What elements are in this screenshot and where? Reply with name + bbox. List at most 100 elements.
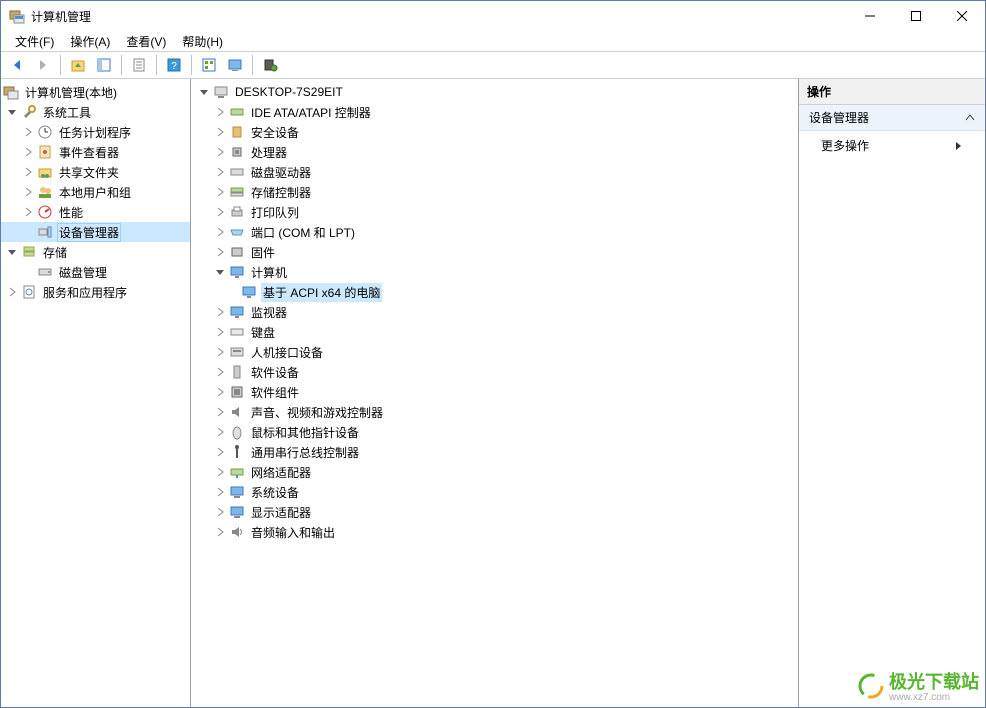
device-storage-ctrl[interactable]: 存储控制器: [191, 182, 798, 202]
collapse-icon[interactable]: [965, 113, 975, 123]
chevron-right-icon[interactable]: [213, 145, 227, 159]
chevron-right-icon[interactable]: [213, 405, 227, 419]
chevron-right-icon[interactable]: [213, 485, 227, 499]
view-resources-button[interactable]: [223, 53, 247, 77]
device-software-comp[interactable]: 软件组件: [191, 382, 798, 402]
speaker-icon: [229, 404, 245, 420]
monitor-icon: [229, 264, 245, 280]
device-tree[interactable]: DESKTOP-7S29EIT IDE ATA/ATAPI 控制器 安全设备 处…: [191, 79, 799, 707]
chevron-right-icon[interactable]: [213, 465, 227, 479]
chevron-right-icon[interactable]: [213, 325, 227, 339]
chevron-right-icon[interactable]: [213, 125, 227, 139]
chevron-right-icon[interactable]: [213, 525, 227, 539]
chevron-right-icon[interactable]: [21, 125, 35, 139]
device-label: 系统设备: [249, 483, 301, 502]
up-button[interactable]: [66, 53, 90, 77]
users-icon: [37, 184, 53, 200]
device-label: 软件设备: [249, 363, 301, 382]
chevron-right-icon[interactable]: [213, 185, 227, 199]
device-computer-child[interactable]: 基于 ACPI x64 的电脑: [191, 282, 798, 302]
device-firmware[interactable]: 固件: [191, 242, 798, 262]
menu-action[interactable]: 操作(A): [62, 31, 118, 52]
toolbar-separator: [191, 55, 192, 75]
nav-device-manager[interactable]: · 设备管理器: [1, 222, 190, 242]
chevron-down-icon[interactable]: [213, 265, 227, 279]
device-audio-io[interactable]: 音频输入和输出: [191, 522, 798, 542]
nav-storage[interactable]: 存储: [1, 242, 190, 262]
device-ports[interactable]: 端口 (COM 和 LPT): [191, 222, 798, 242]
device-label: 监视器: [249, 303, 289, 322]
chevron-down-icon[interactable]: [197, 85, 211, 99]
nav-disk-mgmt[interactable]: · 磁盘管理: [1, 262, 190, 282]
device-network[interactable]: 网络适配器: [191, 462, 798, 482]
minimize-button[interactable]: [847, 1, 893, 31]
device-print-queues[interactable]: 打印队列: [191, 202, 798, 222]
chevron-right-icon[interactable]: [21, 205, 35, 219]
storage-ctrl-icon: [229, 184, 245, 200]
close-button[interactable]: [939, 1, 985, 31]
chevron-right-icon[interactable]: [213, 385, 227, 399]
chevron-right-icon[interactable]: [213, 445, 227, 459]
chevron-right-icon[interactable]: [213, 345, 227, 359]
device-system-dev[interactable]: 系统设备: [191, 482, 798, 502]
chevron-right-icon[interactable]: [213, 225, 227, 239]
device-root[interactable]: DESKTOP-7S29EIT: [191, 82, 798, 102]
chevron-right-icon[interactable]: [5, 285, 19, 299]
device-mouse[interactable]: 鼠标和其他指针设备: [191, 422, 798, 442]
device-ide[interactable]: IDE ATA/ATAPI 控制器: [191, 102, 798, 122]
scan-hardware-button[interactable]: [258, 53, 282, 77]
nav-local-users[interactable]: 本地用户和组: [1, 182, 190, 202]
chevron-right-icon[interactable]: [213, 105, 227, 119]
nav-shared-folders[interactable]: 共享文件夹: [1, 162, 190, 182]
device-disk-drives[interactable]: 磁盘驱动器: [191, 162, 798, 182]
back-button[interactable]: [5, 53, 29, 77]
device-label: 固件: [249, 243, 277, 262]
device-software-dev[interactable]: 软件设备: [191, 362, 798, 382]
nav-label: 服务和应用程序: [41, 283, 129, 302]
chevron-right-icon[interactable]: [213, 425, 227, 439]
actions-more[interactable]: 更多操作: [799, 131, 985, 160]
app-icon: [9, 8, 25, 24]
nav-task-scheduler[interactable]: 任务计划程序: [1, 122, 190, 142]
chevron-right-icon[interactable]: [213, 305, 227, 319]
menu-view[interactable]: 查看(V): [118, 31, 174, 52]
menu-file[interactable]: 文件(F): [7, 31, 62, 52]
nav-performance[interactable]: 性能: [1, 202, 190, 222]
forward-button[interactable]: [31, 53, 55, 77]
show-hide-tree-button[interactable]: [92, 53, 116, 77]
device-monitors[interactable]: 监视器: [191, 302, 798, 322]
nav-event-viewer[interactable]: 事件查看器: [1, 142, 190, 162]
chevron-right-icon[interactable]: [21, 145, 35, 159]
properties-button[interactable]: [127, 53, 151, 77]
device-hid[interactable]: 人机接口设备: [191, 342, 798, 362]
device-label: 鼠标和其他指针设备: [249, 423, 361, 442]
maximize-button[interactable]: [893, 1, 939, 31]
nav-root[interactable]: 计算机管理(本地): [1, 82, 190, 102]
device-processors[interactable]: 处理器: [191, 142, 798, 162]
device-usb[interactable]: 通用串行总线控制器: [191, 442, 798, 462]
device-label: 计算机: [249, 263, 289, 282]
clock-icon: [37, 124, 53, 140]
chevron-down-icon[interactable]: [5, 105, 19, 119]
chevron-down-icon[interactable]: [5, 245, 19, 259]
services-icon: [21, 284, 37, 300]
chevron-right-icon[interactable]: [213, 205, 227, 219]
device-keyboards[interactable]: 键盘: [191, 322, 798, 342]
chevron-right-icon[interactable]: [21, 185, 35, 199]
chevron-right-icon[interactable]: [213, 165, 227, 179]
help-button[interactable]: ?: [162, 53, 186, 77]
nav-system-tools[interactable]: 系统工具: [1, 102, 190, 122]
view-devices-button[interactable]: [197, 53, 221, 77]
nav-tree[interactable]: 计算机管理(本地) 系统工具 任务计划程序 事件查看器: [1, 79, 191, 707]
chevron-right-icon[interactable]: [213, 365, 227, 379]
chevron-right-icon[interactable]: [213, 505, 227, 519]
device-display[interactable]: 显示适配器: [191, 502, 798, 522]
chevron-right-icon[interactable]: [213, 245, 227, 259]
actions-section[interactable]: 设备管理器: [799, 105, 985, 131]
device-computer[interactable]: 计算机: [191, 262, 798, 282]
menu-help[interactable]: 帮助(H): [174, 31, 231, 52]
device-sound[interactable]: 声音、视频和游戏控制器: [191, 402, 798, 422]
nav-services-apps[interactable]: 服务和应用程序: [1, 282, 190, 302]
chevron-right-icon[interactable]: [21, 165, 35, 179]
device-security[interactable]: 安全设备: [191, 122, 798, 142]
